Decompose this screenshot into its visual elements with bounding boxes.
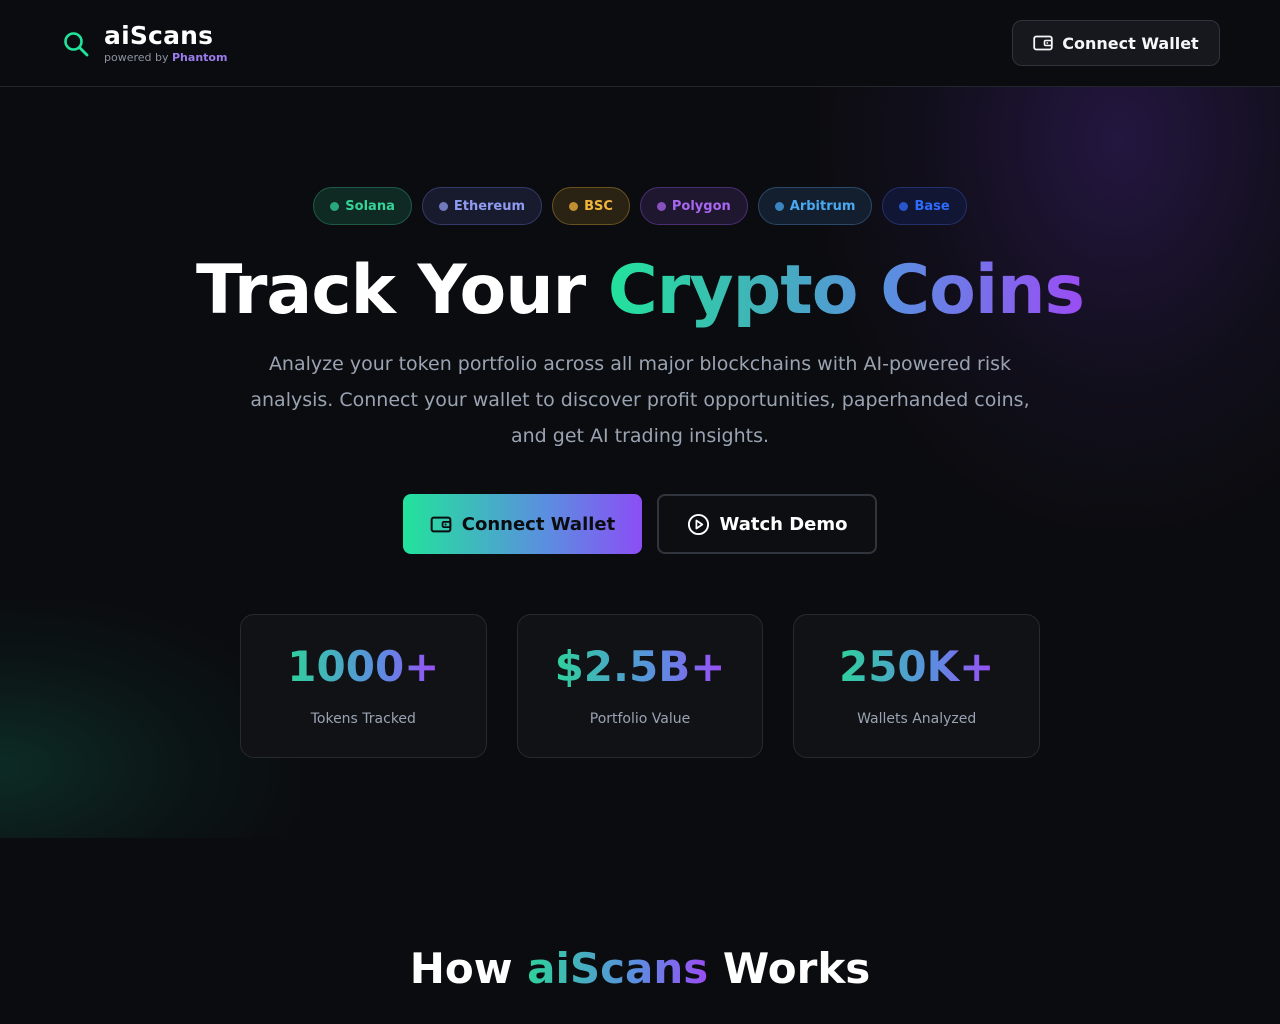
brand-text: aiScans powered by Phantom (104, 21, 227, 65)
stat-label: Wallets Analyzed (857, 711, 977, 727)
wallet-icon (430, 516, 452, 532)
brand-sub-prefix: powered by (104, 51, 169, 64)
how-it-works-title: How aiScans Works (0, 942, 1280, 996)
chain-dot-icon (774, 201, 784, 211)
search-icon (64, 32, 89, 57)
chain-pill-polygon[interactable]: Polygon (639, 187, 748, 225)
connect-wallet-label: Connect Wallet (461, 513, 616, 535)
stat-label: Tokens Tracked (310, 711, 416, 727)
stat-value: $2.5B+ (554, 642, 726, 691)
brand-subtitle: powered by Phantom (104, 51, 227, 64)
chain-label: Polygon (671, 198, 731, 214)
chain-dot-icon (438, 201, 448, 211)
stat-label: Portfolio Value (589, 711, 691, 727)
chain-label: Base (914, 198, 950, 214)
chain-pill-ethereum[interactable]: Ethereum (421, 187, 543, 225)
chain-label: BSC (584, 198, 613, 214)
chain-dot-icon (899, 201, 909, 211)
hero-cta-row: Connect Wallet Watch Demo (0, 494, 1280, 554)
stat-card-portfolio: $2.5B+ Portfolio Value (516, 614, 764, 758)
header-connect-wallet-button[interactable]: Connect Wallet (1012, 20, 1220, 66)
chain-pill-base[interactable]: Base (882, 187, 967, 225)
stat-card-tokens: 1000+ Tokens Tracked (240, 614, 487, 758)
how-title-prefix: How (409, 944, 528, 993)
chain-pill-arbitrum[interactable]: Arbitrum (757, 187, 873, 225)
chain-pill-solana[interactable]: Solana (313, 187, 412, 225)
brand-name: aiScans (104, 21, 214, 50)
stats-row: 1000+ Tokens Tracked $2.5B+ Portfolio Va… (240, 614, 1041, 758)
stat-card-wallets: 250K+ Wallets Analyzed (793, 614, 1041, 758)
play-circle-icon (687, 513, 709, 535)
page: aiScans powered by Phantom Connect Walle… (0, 0, 1280, 1024)
how-title-suffix: Works (708, 944, 871, 993)
brand-sub-partner: Phantom (172, 51, 228, 64)
hero-title-gradient: Crypto Coins (607, 251, 1085, 330)
how-title-brand: aiScans (527, 944, 709, 993)
header-connect-wallet-label: Connect Wallet (1062, 33, 1199, 53)
stat-value: 1000+ (287, 642, 440, 691)
chain-label: Arbitrum (789, 198, 856, 214)
stat-value: 250K+ (838, 642, 995, 691)
chain-dot-icon (330, 201, 340, 211)
chain-dot-icon (656, 201, 666, 211)
chain-label: Ethereum (453, 198, 526, 214)
hero-title: Track Your Crypto Coins (0, 250, 1280, 332)
watch-demo-button[interactable]: Watch Demo (657, 494, 877, 554)
wallet-icon (1033, 35, 1053, 51)
chain-pill-bsc[interactable]: BSC (552, 187, 630, 225)
hero-title-plain: Track Your (195, 251, 608, 330)
watch-demo-label: Watch Demo (719, 513, 848, 535)
connect-wallet-button[interactable]: Connect Wallet (403, 494, 642, 554)
chain-list: Solana Ethereum BSC Polygon Arbitrum Base (0, 187, 1280, 225)
chain-dot-icon (569, 201, 579, 211)
top-navbar: aiScans powered by Phantom Connect Walle… (0, 0, 1280, 87)
hero-description: Analyze your token portfolio across all … (250, 353, 1030, 447)
chain-label: Solana (345, 198, 395, 214)
brand-logo[interactable]: aiScans powered by Phantom (62, 22, 227, 64)
